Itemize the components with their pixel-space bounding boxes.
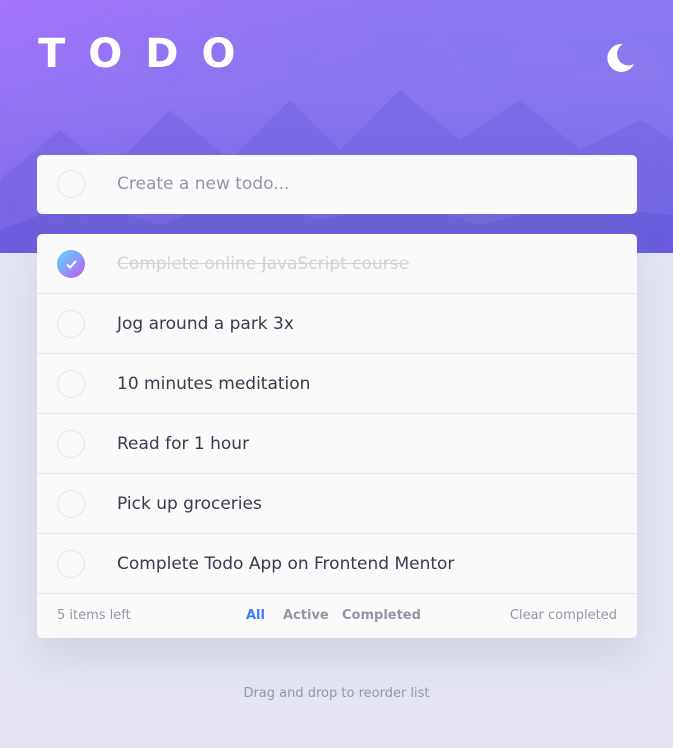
todo-item[interactable]: Complete Todo App on Frontend Mentor	[37, 534, 637, 594]
todo-checkbox[interactable]	[57, 430, 85, 458]
todo-item[interactable]: Pick up groceries	[37, 474, 637, 534]
todo-text: Complete Todo App on Frontend Mentor	[117, 554, 455, 574]
header-background: TODO	[0, 0, 673, 253]
todo-text: 10 minutes meditation	[117, 374, 311, 394]
moon-icon[interactable]	[604, 42, 636, 74]
todo-text: Complete online JavaScript course	[117, 254, 410, 274]
filter-all[interactable]: All	[246, 593, 265, 638]
todo-checkbox[interactable]	[57, 490, 85, 518]
list-footer: 5 items left All Active Completed Clear …	[37, 593, 637, 638]
new-todo-checkbox[interactable]	[57, 170, 85, 198]
items-left-count: 5 items left	[57, 608, 131, 623]
filter-active[interactable]: Active	[283, 593, 329, 638]
todo-text: Pick up groceries	[117, 494, 262, 514]
todo-checkbox[interactable]	[57, 550, 85, 578]
todo-checkbox-checked[interactable]	[57, 250, 85, 278]
todo-text: Jog around a park 3x	[117, 314, 294, 334]
clear-completed-button[interactable]: Clear completed	[510, 593, 617, 638]
app-title: TODO	[38, 31, 259, 77]
todo-item[interactable]: 10 minutes meditation	[37, 354, 637, 414]
todo-text: Read for 1 hour	[117, 434, 250, 454]
todo-item[interactable]: Read for 1 hour	[37, 414, 637, 474]
new-todo-bar	[37, 155, 637, 214]
todo-checkbox[interactable]	[57, 310, 85, 338]
todo-list: Complete online JavaScript course Jog ar…	[37, 234, 637, 638]
todo-checkbox[interactable]	[57, 370, 85, 398]
todo-item[interactable]: Jog around a park 3x	[37, 294, 637, 354]
filter-completed[interactable]: Completed	[342, 593, 421, 638]
reorder-hint: Drag and drop to reorder list	[243, 686, 430, 701]
todo-item[interactable]: Complete online JavaScript course	[37, 234, 637, 294]
new-todo-input[interactable]	[117, 169, 617, 199]
check-icon	[65, 259, 77, 269]
